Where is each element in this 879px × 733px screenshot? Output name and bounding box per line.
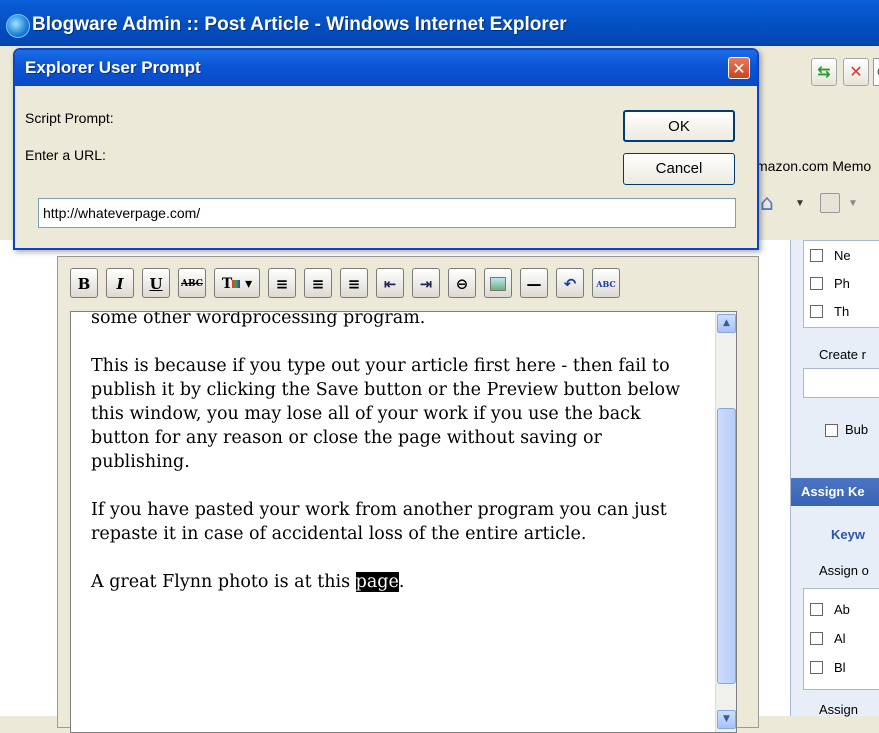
horizontal-rule-button[interactable]: — bbox=[520, 268, 548, 298]
category-checkbox[interactable] bbox=[810, 305, 823, 318]
align-left-button[interactable]: ≡ bbox=[268, 268, 296, 298]
insert-image-button[interactable] bbox=[484, 268, 512, 298]
script-prompt-label: Script Prompt: bbox=[25, 110, 114, 126]
create-label: Create r bbox=[819, 347, 866, 362]
favorites-link[interactable]: mazon.com Memo bbox=[756, 158, 871, 174]
bold-button[interactable]: B bbox=[70, 268, 98, 298]
keyword-checkbox[interactable] bbox=[810, 603, 823, 616]
assign-keywords-header: Assign Ke bbox=[791, 478, 879, 506]
url-input[interactable] bbox=[38, 198, 736, 228]
bubble-label: Bub bbox=[845, 422, 869, 437]
chevron-down-icon[interactable]: ▼ bbox=[795, 198, 805, 209]
chevron-down-icon[interactable]: ▼ bbox=[848, 198, 858, 209]
link-button[interactable]: ⊖ bbox=[448, 268, 476, 298]
category-checkbox[interactable] bbox=[810, 249, 823, 262]
keyword-checkbox[interactable] bbox=[810, 661, 823, 674]
scroll-up-icon[interactable]: ▲ bbox=[717, 314, 736, 333]
paragraph: A great Flynn photo is at this page. bbox=[91, 570, 701, 594]
align-right-button[interactable]: ≡ bbox=[340, 268, 368, 298]
category-list: Ne Ph Th bbox=[803, 240, 879, 328]
window-title: Blogware Admin :: Post Article - Windows… bbox=[32, 14, 567, 35]
keyword-label: Al bbox=[834, 631, 846, 646]
refresh-icon[interactable]: ⇆ bbox=[811, 58, 837, 86]
create-input[interactable] bbox=[803, 368, 879, 398]
scrollbar-thumb[interactable] bbox=[717, 408, 736, 684]
close-icon[interactable]: ✕ bbox=[728, 57, 750, 79]
dialog-title-bar[interactable]: Explorer User Prompt ✕ bbox=[15, 50, 757, 86]
editor-scrollbar[interactable]: ▲ ▼ bbox=[715, 312, 736, 732]
outdent-button[interactable]: ⇤ bbox=[376, 268, 404, 298]
paragraph-text: . bbox=[398, 572, 405, 592]
align-center-button[interactable]: ≡ bbox=[304, 268, 332, 298]
paragraph: some other wordprocessing program. bbox=[91, 311, 426, 328]
ie-logo-icon bbox=[6, 14, 30, 38]
editor-content-area[interactable]: some other wordprocessing program. This … bbox=[70, 311, 737, 733]
keywords-legend: Keyw bbox=[831, 527, 865, 542]
ok-button[interactable]: OK bbox=[623, 110, 735, 142]
page-content: B I U ABC T ▾ ≡ ≡ ≡ ⇤ ⇥ ⊖ — ↶ ABC some o… bbox=[0, 240, 879, 733]
category-label: Ne bbox=[834, 248, 851, 263]
keyword-list: Ab Al Bl bbox=[803, 588, 879, 690]
stop-icon[interactable]: ✕ bbox=[843, 58, 869, 86]
category-checkbox[interactable] bbox=[810, 277, 823, 290]
cancel-button[interactable]: Cancel bbox=[623, 153, 735, 185]
feed-icon[interactable] bbox=[820, 193, 840, 213]
image-icon bbox=[490, 277, 506, 291]
rich-text-editor: B I U ABC T ▾ ≡ ≡ ≡ ⇤ ⇥ ⊖ — ↶ ABC some o… bbox=[57, 256, 759, 733]
keyword-label: Bl bbox=[834, 660, 846, 675]
underline-button[interactable]: U bbox=[142, 268, 170, 298]
assign-label: Assign o bbox=[819, 563, 869, 578]
spellcheck-button[interactable]: ABC bbox=[592, 268, 620, 298]
ie-title-bar: Blogware Admin :: Post Article - Windows… bbox=[0, 0, 879, 46]
prompt-message: Enter a URL: bbox=[25, 147, 106, 163]
text-color-button[interactable]: T ▾ bbox=[214, 268, 260, 298]
selected-text: page bbox=[355, 572, 399, 592]
category-label: Th bbox=[834, 304, 850, 319]
explorer-user-prompt-dialog: Explorer User Prompt ✕ Script Prompt: En… bbox=[13, 48, 759, 250]
assign-label: Assign bbox=[819, 702, 859, 717]
dialog-title: Explorer User Prompt bbox=[25, 58, 201, 77]
scroll-down-icon[interactable]: ▼ bbox=[717, 710, 736, 729]
bubble-checkbox[interactable] bbox=[825, 424, 838, 437]
italic-button[interactable]: I bbox=[106, 268, 134, 298]
right-sidebar: Ne Ph Th Create r Bub Assign Ke Keyw Ass… bbox=[790, 240, 879, 717]
keyword-checkbox[interactable] bbox=[810, 632, 823, 645]
undo-button[interactable]: ↶ bbox=[556, 268, 584, 298]
category-label: Ph bbox=[834, 276, 850, 291]
article-text: some other wordprocessing program. This … bbox=[91, 311, 701, 618]
paragraph: This is because if you type out your art… bbox=[91, 356, 681, 472]
indent-button[interactable]: ⇥ bbox=[412, 268, 440, 298]
paragraph-text: A great Flynn photo is at this bbox=[91, 572, 356, 592]
keyword-label: Ab bbox=[834, 602, 850, 617]
strikethrough-button[interactable]: ABC bbox=[178, 268, 206, 298]
search-box[interactable]: Go bbox=[873, 58, 879, 86]
paragraph: If you have pasted your work from anothe… bbox=[91, 500, 667, 544]
home-icon[interactable]: ⌂ bbox=[760, 191, 774, 216]
